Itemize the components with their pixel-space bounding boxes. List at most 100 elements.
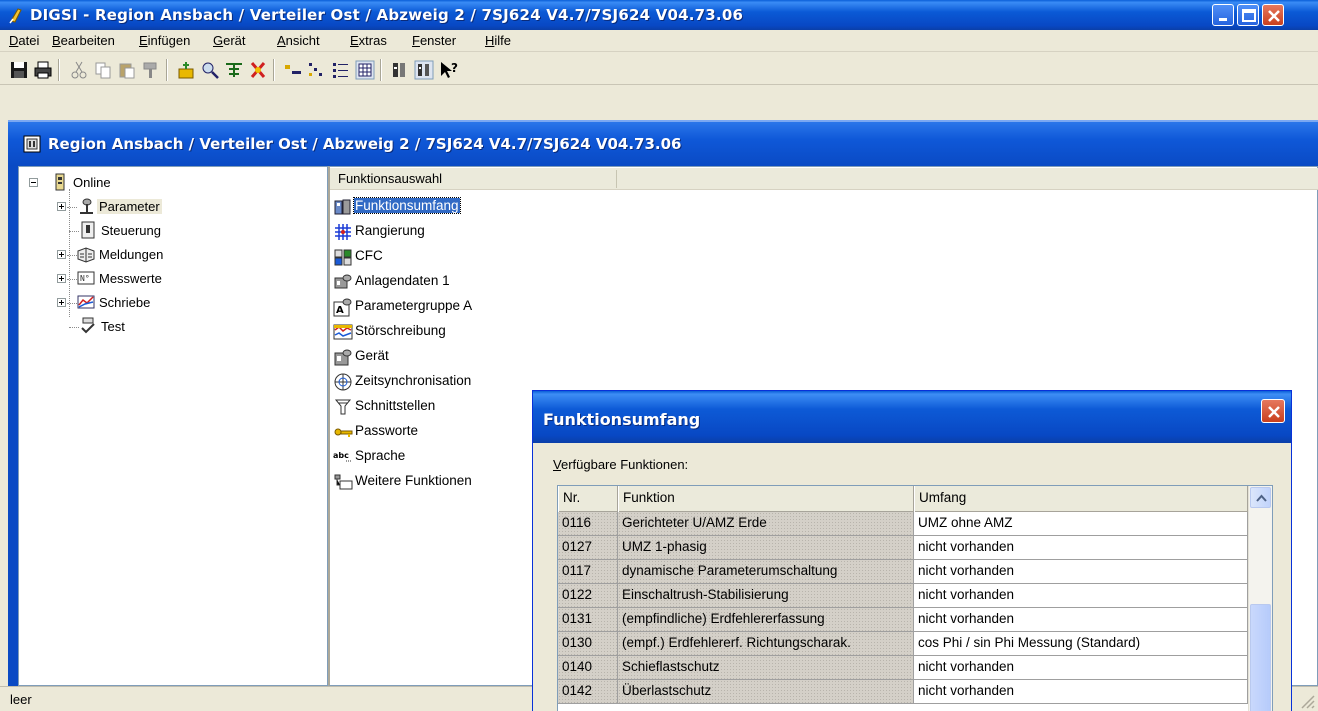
menu-datei[interactable]: Datei bbox=[9, 33, 39, 48]
cut-icon[interactable] bbox=[68, 59, 90, 81]
tree-item-online[interactable]: Online bbox=[29, 173, 229, 193]
scroll-thumb[interactable] bbox=[1250, 604, 1271, 711]
menu-geraet[interactable]: Gerät bbox=[213, 33, 246, 48]
tree-line bbox=[67, 255, 77, 256]
svg-text:N°: N° bbox=[80, 274, 90, 283]
find-icon[interactable] bbox=[199, 59, 221, 81]
settings-icon[interactable] bbox=[413, 59, 435, 81]
menu-extras[interactable]: Extras bbox=[350, 33, 387, 48]
column-header-funktionsauswahl[interactable]: Funktionsauswahl bbox=[338, 171, 442, 186]
cell-funktion: Einschaltrush-Stabilisierung bbox=[618, 584, 914, 608]
device-icon[interactable] bbox=[175, 59, 197, 81]
collapse-toggle[interactable] bbox=[29, 178, 38, 187]
details-view-icon[interactable] bbox=[354, 59, 376, 81]
tree-item-meldungen[interactable]: Meldungen bbox=[57, 245, 257, 265]
cell-umfang[interactable]: cos Phi / sin Phi Messung (Standard) bbox=[914, 632, 1248, 656]
cell-umfang[interactable]: UMZ ohne AMZ bbox=[914, 512, 1248, 536]
dialog-close-button[interactable] bbox=[1261, 399, 1285, 423]
resize-grip-icon[interactable] bbox=[1296, 690, 1316, 710]
list-item-label: Rangierung bbox=[355, 223, 425, 238]
functions-grid: Nr. Funktion Umfang 0116 Gerichteter U/A… bbox=[557, 485, 1273, 711]
column-header-funktion[interactable]: Funktion bbox=[618, 486, 914, 512]
cell-funktion: Überlastschutz bbox=[618, 680, 914, 704]
expand-toggle[interactable] bbox=[57, 250, 66, 259]
toolbar-separator bbox=[166, 59, 168, 81]
funktionsumfang-dialog: Funktionsumfang Verfügbare Funktionen: N… bbox=[532, 390, 1292, 711]
menu-ansicht[interactable]: Ansicht bbox=[277, 33, 320, 48]
list-view-icon[interactable] bbox=[330, 59, 352, 81]
expand-toggle[interactable] bbox=[57, 274, 66, 283]
cell-nr: 0127 bbox=[558, 536, 618, 560]
menu-hilfe[interactable]: Hilfe bbox=[485, 33, 511, 48]
digsi-app-icon bbox=[9, 8, 22, 24]
cell-umfang[interactable]: nicht vorhanden bbox=[914, 584, 1248, 608]
cell-nr: 0140 bbox=[558, 656, 618, 680]
list-header: Funktionsauswahl bbox=[330, 168, 1318, 190]
tree-item-label: Parameter bbox=[97, 199, 162, 214]
column-separator[interactable] bbox=[616, 170, 617, 188]
small-icons-icon[interactable] bbox=[306, 59, 328, 81]
toolbar-separator bbox=[58, 59, 60, 81]
table-row[interactable]: 0130 (empf.) Erdfehlererf. Richtungschar… bbox=[558, 632, 1248, 656]
tree-line bbox=[69, 231, 79, 232]
cell-umfang[interactable]: nicht vorhanden bbox=[914, 680, 1248, 704]
insert-icon[interactable] bbox=[223, 59, 245, 81]
chevron-up-icon bbox=[1256, 494, 1267, 502]
expand-toggle[interactable] bbox=[57, 202, 66, 211]
table-row[interactable]: 0131 (empfindliche) Erdfehlererfassung n… bbox=[558, 608, 1248, 632]
cell-nr: 0116 bbox=[558, 512, 618, 536]
document-title: Region Ansbach / Verteiler Ost / Abzweig… bbox=[48, 135, 682, 153]
online-device-icon bbox=[55, 173, 65, 191]
cell-umfang[interactable]: nicht vorhanden bbox=[914, 656, 1248, 680]
cell-umfang[interactable]: nicht vorhanden bbox=[914, 560, 1248, 584]
document-titlebar: Region Ansbach / Verteiler Ost / Abzweig… bbox=[8, 120, 1318, 166]
minimize-icon bbox=[1219, 18, 1227, 21]
table-row[interactable]: 0117 dynamische Parameterumschaltung nic… bbox=[558, 560, 1248, 584]
print-icon[interactable] bbox=[32, 59, 54, 81]
context-help-icon[interactable]: ? bbox=[438, 59, 460, 81]
menu-einfuegen[interactable]: Einfügen bbox=[139, 33, 190, 48]
menu-fenster[interactable]: Fenster bbox=[412, 33, 456, 48]
format-painter-icon[interactable] bbox=[140, 59, 162, 81]
paste-icon[interactable] bbox=[116, 59, 138, 81]
close-button[interactable] bbox=[1262, 4, 1284, 26]
cell-umfang[interactable]: nicht vorhanden bbox=[914, 536, 1248, 560]
control-icon bbox=[81, 221, 95, 239]
test-icon bbox=[81, 317, 95, 334]
tree-item-messwerte[interactable]: N° Messwerte bbox=[57, 269, 257, 289]
column-header-nr[interactable]: Nr. bbox=[558, 486, 618, 512]
menu-bearbeiten[interactable]: Bearbeiten bbox=[52, 33, 115, 48]
tree-line bbox=[69, 327, 79, 328]
large-icons-icon[interactable] bbox=[282, 59, 304, 81]
list-item-label: CFC bbox=[355, 248, 383, 263]
scroll-up-button[interactable] bbox=[1250, 487, 1271, 508]
measurement-icon: N° bbox=[77, 271, 95, 285]
tree-item-parameter[interactable]: Parameter bbox=[57, 197, 257, 217]
tree-item-steuerung[interactable]: Steuerung bbox=[57, 221, 257, 241]
delete-icon[interactable] bbox=[247, 59, 269, 81]
maximize-button[interactable] bbox=[1237, 4, 1259, 26]
table-row[interactable]: 0116 Gerichteter U/AMZ Erde UMZ ohne AMZ bbox=[558, 512, 1248, 536]
table-row[interactable]: 0142 Überlastschutz nicht vorhanden bbox=[558, 680, 1248, 704]
vertical-scrollbar[interactable] bbox=[1248, 486, 1272, 711]
expand-toggle[interactable] bbox=[57, 298, 66, 307]
tree-item-test[interactable]: Test bbox=[57, 317, 257, 337]
cell-umfang[interactable]: nicht vorhanden bbox=[914, 608, 1248, 632]
column-header-umfang[interactable]: Umfang bbox=[914, 486, 1248, 512]
table-row[interactable]: 0122 Einschaltrush-Stabilisierung nicht … bbox=[558, 584, 1248, 608]
dialog-titlebar: Funktionsumfang bbox=[533, 391, 1291, 443]
table-row[interactable]: 0127 UMZ 1-phasig nicht vorhanden bbox=[558, 536, 1248, 560]
copy-icon[interactable] bbox=[92, 59, 114, 81]
tree-line bbox=[67, 279, 77, 280]
save-icon[interactable] bbox=[8, 59, 30, 81]
cell-nr: 0117 bbox=[558, 560, 618, 584]
reports-icon[interactable] bbox=[389, 59, 411, 81]
cell-funktion: dynamische Parameterumschaltung bbox=[618, 560, 914, 584]
cell-nr: 0142 bbox=[558, 680, 618, 704]
more-functions-icon bbox=[334, 474, 353, 490]
minimize-button[interactable] bbox=[1212, 4, 1234, 26]
tree-item-label: Messwerte bbox=[99, 271, 162, 286]
table-row[interactable]: 0140 Schieflastschutz nicht vorhanden bbox=[558, 656, 1248, 680]
messages-icon bbox=[77, 247, 95, 263]
tree-item-schriebe[interactable]: Schriebe bbox=[57, 293, 257, 313]
